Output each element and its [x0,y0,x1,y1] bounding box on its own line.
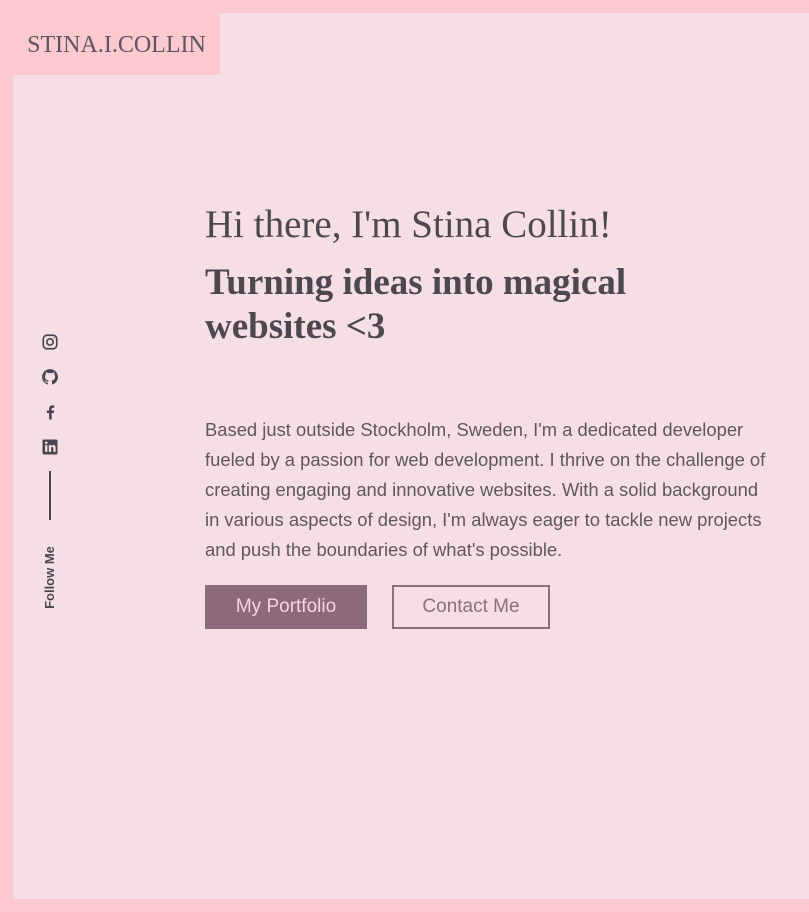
my-portfolio-button[interactable]: My Portfolio [205,585,367,629]
hero-greeting: Hi there, I'm Stina Collin! [205,203,612,246]
social-links [40,333,60,520]
github-icon[interactable] [41,368,59,386]
page-background: STINA.I.COLLIN Follow Me Hi there, I'm S… [13,13,809,899]
brand-logo[interactable]: STINA.I.COLLIN [13,13,220,75]
linkedin-icon[interactable] [41,438,59,456]
contact-me-button[interactable]: Contact Me [392,585,550,629]
brand-name: STINA.I.COLLIN [27,31,206,58]
hero-tagline: Turning ideas into magical websites <3 [205,262,627,347]
instagram-icon[interactable] [41,333,59,351]
follow-me-label-wrap: Follow Me [34,541,64,613]
facebook-icon[interactable] [41,403,59,421]
hero-buttons: My Portfolio Contact Me [205,585,770,629]
follow-divider [49,471,51,520]
follow-me-label: Follow Me [41,545,57,609]
hero-bio: Based just outside Stockholm, Sweden, I'… [205,419,766,560]
hero-section: Hi there, I'm Stina Collin! Turning idea… [205,203,770,629]
